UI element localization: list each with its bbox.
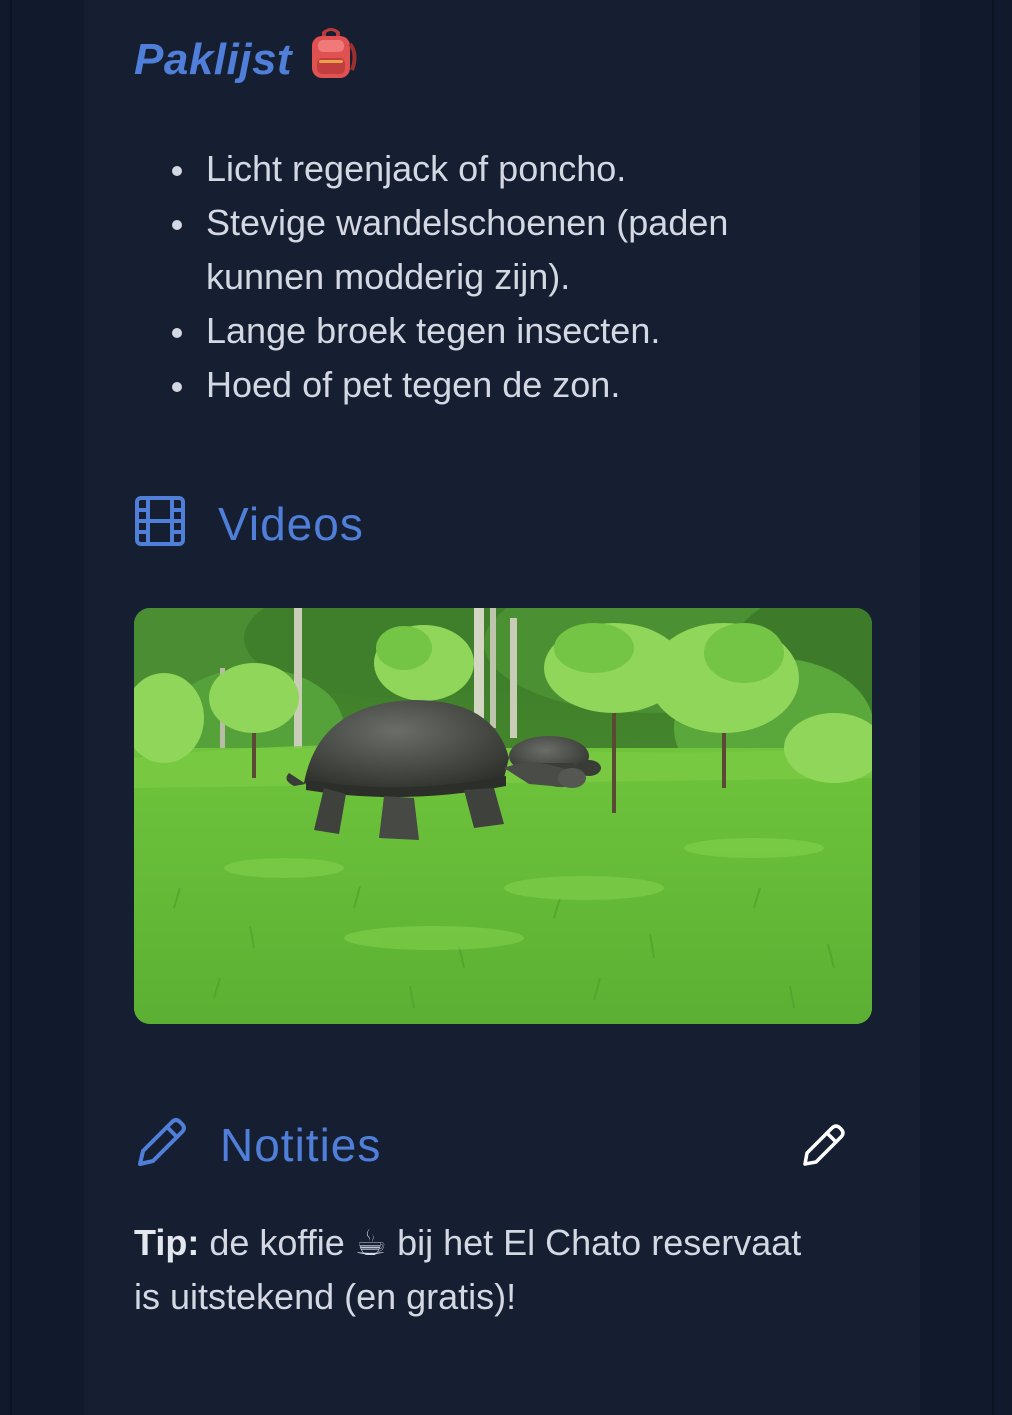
coffee-icon: ☕: [354, 1222, 388, 1263]
left-border: [10, 0, 12, 1415]
note-text: Tip: de koffie ☕ bij het El Chato reserv…: [134, 1216, 834, 1324]
notities-heading: Notities: [134, 1114, 854, 1175]
videos-title: Videos: [218, 497, 364, 550]
page-background: Paklijst Licht regenjack of poncho. Stev…: [0, 0, 1012, 1415]
edit-pencil-icon: [800, 1124, 848, 1172]
video-thumbnail[interactable]: [134, 608, 872, 1024]
tip-text-before: de koffie: [199, 1222, 355, 1263]
tip-label: Tip:: [134, 1222, 200, 1263]
edit-notes-button[interactable]: [800, 1120, 848, 1168]
list-item: Stevige wandelschoenen (paden kunnen mod…: [172, 196, 852, 304]
notities-title: Notities: [220, 1118, 382, 1171]
paklijst-title: Paklijst: [134, 35, 293, 85]
paklijst-heading: Paklijst: [134, 28, 360, 97]
tortoise-scene: [134, 608, 872, 1024]
right-border: [992, 0, 994, 1415]
backpack-icon: [302, 24, 360, 93]
packing-list: Licht regenjack of poncho. Stevige wande…: [172, 142, 852, 412]
film-icon: [134, 494, 188, 553]
list-item: Licht regenjack of poncho.: [172, 142, 852, 196]
videos-heading: Videos: [134, 494, 364, 553]
pencil-icon: [134, 1114, 190, 1175]
list-item: Hoed of pet tegen de zon.: [172, 358, 852, 412]
list-item: Lange broek tegen insecten.: [172, 304, 852, 358]
